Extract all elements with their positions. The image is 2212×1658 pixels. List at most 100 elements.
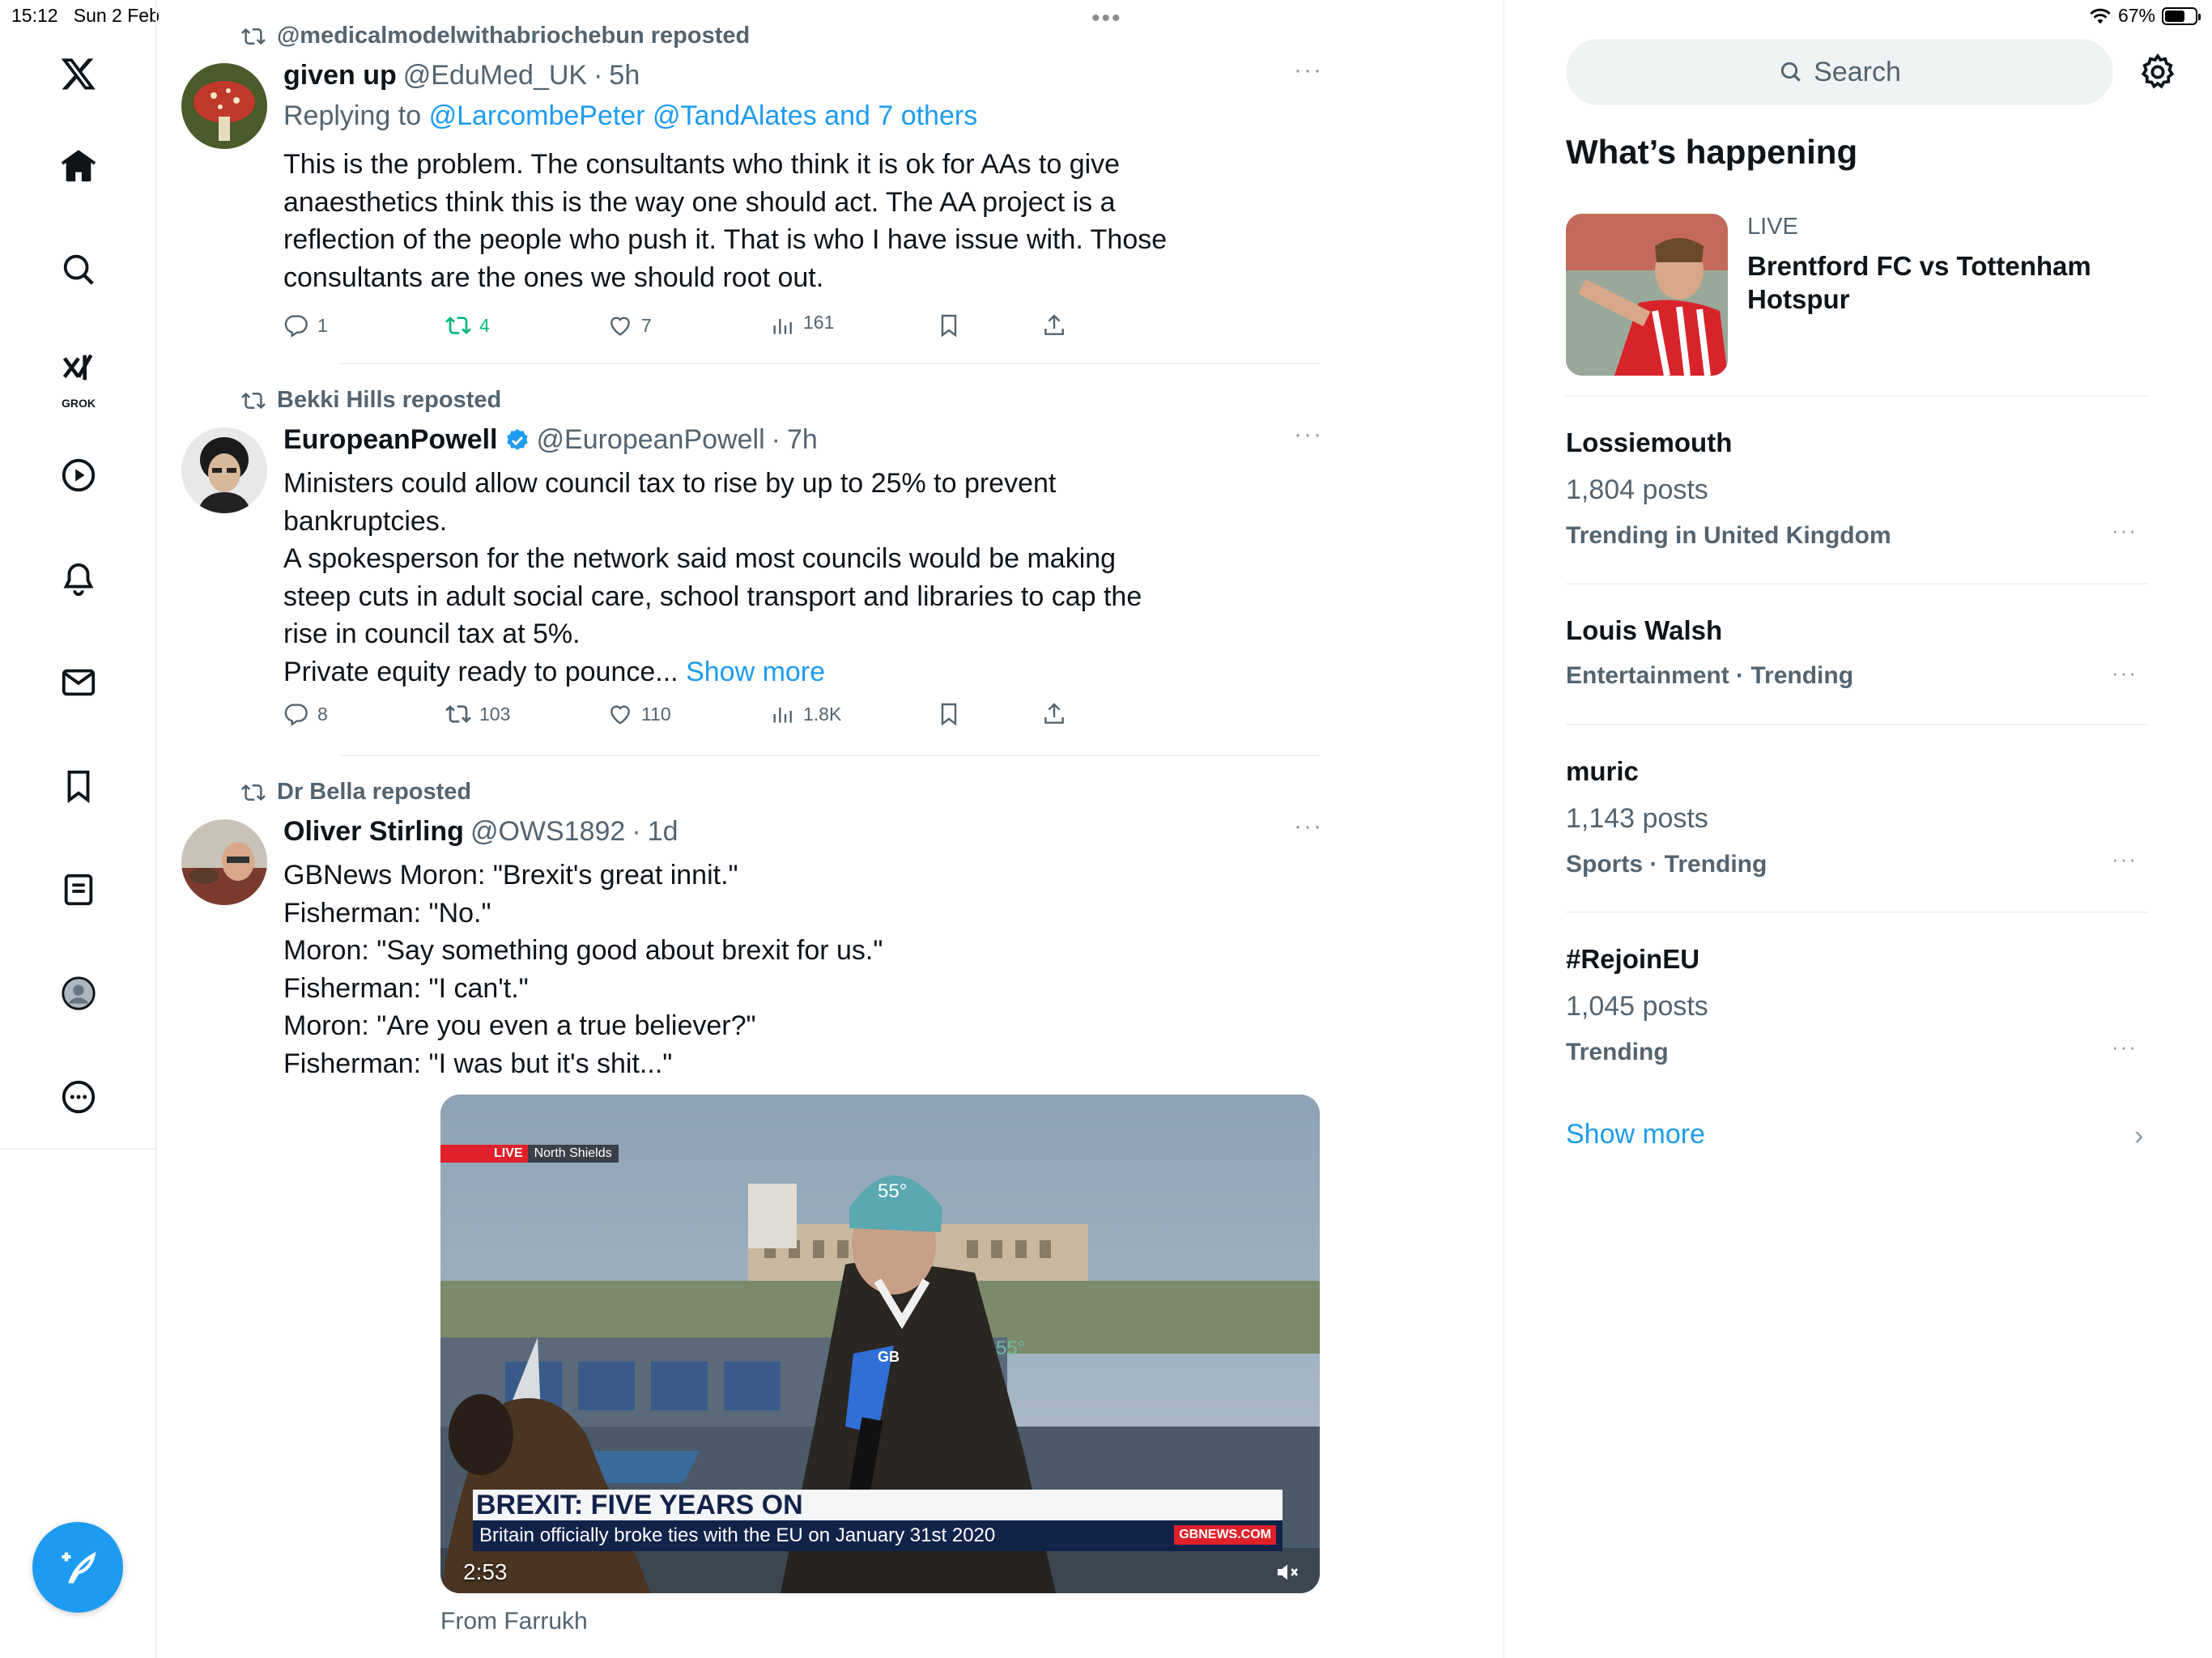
post-header: given up @EduMed_UK · 5h bbox=[283, 60, 640, 91]
trend-more-icon[interactable]: ··· bbox=[2112, 661, 2138, 686]
share-icon bbox=[1044, 703, 1064, 724]
trend-item[interactable]: #RejoinEU 1,045 posts Trending ··· bbox=[1566, 944, 2149, 1066]
like-button[interactable]: 110 bbox=[607, 701, 671, 727]
author-name[interactable]: given up bbox=[283, 60, 397, 91]
share-button[interactable] bbox=[1041, 312, 1067, 338]
views-button[interactable]: 161 bbox=[769, 306, 834, 338]
trend-meta: Entertainment · Trending bbox=[1566, 662, 1854, 689]
trend-more-icon[interactable]: ··· bbox=[2112, 1035, 2138, 1060]
live-label: LIVE bbox=[1747, 214, 1798, 240]
repost-icon bbox=[445, 317, 471, 334]
show-more-trends-link[interactable]: Show more bbox=[1566, 1119, 1705, 1150]
reply-context: Replying to @LarcombePeter @TandAlates a… bbox=[283, 100, 978, 131]
author-handle[interactable]: @EuropeanPowell bbox=[537, 424, 765, 456]
repost-button[interactable]: 4 bbox=[445, 312, 490, 338]
battery-icon bbox=[2162, 6, 2201, 25]
nav-divider bbox=[0, 1148, 157, 1150]
trend-item[interactable]: Louis Walsh Entertainment · Trending ··· bbox=[1566, 615, 2149, 690]
post-time[interactable]: 1d bbox=[648, 816, 678, 848]
post-actions: 8 103 110 1.8K bbox=[283, 701, 1093, 733]
home-icon[interactable] bbox=[50, 138, 107, 194]
avatar[interactable] bbox=[181, 63, 267, 149]
trend-name: Louis Walsh bbox=[1566, 615, 1723, 645]
compose-post-button[interactable] bbox=[32, 1522, 123, 1613]
reply-button[interactable]: 8 bbox=[283, 701, 328, 727]
repost-context: Dr Bella reposted bbox=[241, 779, 471, 806]
post-actions: 1 4 7 161 bbox=[283, 312, 1093, 345]
trend-meta: Trending in United Kingdom bbox=[1566, 522, 1891, 549]
share-button[interactable] bbox=[1041, 701, 1067, 727]
battery-percent: 67% bbox=[2117, 5, 2155, 26]
live-tag: LIVE North Shields bbox=[440, 1145, 619, 1163]
author-handle[interactable]: @EduMed_UK bbox=[403, 60, 587, 91]
trend-more-icon[interactable]: ··· bbox=[2112, 518, 2138, 543]
post-time[interactable]: 7h bbox=[787, 424, 818, 456]
grok-icon[interactable]: GROK bbox=[50, 343, 107, 410]
notifications-icon[interactable] bbox=[50, 551, 107, 607]
mute-icon[interactable] bbox=[1274, 1559, 1300, 1589]
repost-context: @medicalmodelwithabriochebun reposted bbox=[241, 23, 750, 49]
like-button[interactable]: 7 bbox=[607, 312, 652, 338]
live-event-card[interactable]: LIVE Brentford FC vs Tottenham Hotspur bbox=[1566, 214, 2149, 376]
post-more-icon[interactable]: ··· bbox=[1294, 421, 1323, 449]
avatar[interactable] bbox=[181, 819, 267, 905]
video-duration: 2:53 bbox=[463, 1559, 508, 1584]
trend-meta: Sports · Trending bbox=[1566, 851, 1767, 878]
post-header: EuropeanPowell @EuropeanPowell · 7h bbox=[283, 424, 818, 456]
repost-icon bbox=[241, 784, 266, 801]
post-more-icon[interactable]: ··· bbox=[1294, 57, 1323, 84]
search-input[interactable]: Search bbox=[1566, 39, 2113, 105]
author-name[interactable]: Oliver Stirling bbox=[283, 816, 464, 848]
author-name[interactable]: EuropeanPowell bbox=[283, 424, 498, 456]
lists-icon[interactable] bbox=[50, 861, 107, 918]
reply-to-link[interactable]: @LarcombePeter @TandAlates and 7 others bbox=[429, 100, 978, 131]
trend-divider bbox=[1566, 912, 2149, 913]
status-indicators: 67% bbox=[2089, 5, 2201, 27]
verified-badge-icon bbox=[506, 428, 528, 450]
live-event-title: Brentford FC vs Tottenham Hotspur bbox=[1747, 251, 2091, 314]
messages-icon[interactable] bbox=[50, 654, 107, 711]
trend-item[interactable]: Lossiemouth 1,804 posts Trending in Unit… bbox=[1566, 427, 2149, 550]
more-icon[interactable] bbox=[50, 1069, 107, 1125]
reply-button[interactable]: 1 bbox=[283, 312, 328, 338]
trend-divider bbox=[1566, 583, 2149, 585]
author-handle[interactable]: @OWS1892 bbox=[470, 816, 625, 848]
trend-name: Lossiemouth bbox=[1566, 427, 1733, 457]
like-icon bbox=[610, 317, 630, 336]
bookmark-button[interactable] bbox=[936, 701, 962, 727]
left-navigation: GROK bbox=[0, 0, 157, 1658]
trend-post-count: 1,045 posts bbox=[1566, 991, 1708, 1022]
post-text: This is the problem. The consultants who… bbox=[283, 149, 1168, 293]
reply-icon bbox=[284, 315, 308, 338]
settings-gear-icon[interactable] bbox=[2138, 52, 2178, 92]
video-player[interactable]: LIVE North Shields GB 55° 55° BREXIT: FI… bbox=[440, 1095, 1320, 1593]
trend-name: #RejoinEU bbox=[1566, 944, 1700, 974]
whats-happening-title: What’s happening bbox=[1566, 133, 1858, 171]
views-icon bbox=[773, 319, 792, 334]
trend-more-icon[interactable]: ··· bbox=[2112, 847, 2138, 872]
post-more-icon[interactable]: ··· bbox=[1294, 813, 1323, 840]
repost-icon bbox=[241, 28, 266, 45]
trend-post-count: 1,143 posts bbox=[1566, 803, 1708, 834]
avatar[interactable] bbox=[181, 427, 267, 513]
views-button[interactable]: 1.8K bbox=[769, 701, 841, 727]
repost-button[interactable]: 103 bbox=[445, 701, 510, 727]
share-icon bbox=[1044, 314, 1064, 335]
bookmarks-icon[interactable] bbox=[50, 758, 107, 814]
video-icon[interactable] bbox=[50, 447, 107, 504]
x-logo-icon[interactable] bbox=[50, 45, 107, 102]
video-attribution[interactable]: From Farrukh bbox=[440, 1608, 588, 1635]
post-time[interactable]: 5h bbox=[609, 60, 640, 91]
jacket-text: 55° bbox=[996, 1337, 1026, 1359]
profile-icon[interactable] bbox=[50, 965, 107, 1022]
search-icon[interactable] bbox=[50, 241, 107, 298]
trend-meta: Trending bbox=[1566, 1039, 1669, 1065]
bookmark-button[interactable] bbox=[936, 312, 962, 338]
trend-divider bbox=[1566, 395, 2149, 397]
trend-name: muric bbox=[1566, 756, 1639, 786]
show-more-link[interactable]: Show more bbox=[686, 657, 825, 687]
subline-bar: Britain officially broke ties with the E… bbox=[473, 1520, 1283, 1551]
trend-item[interactable]: muric 1,143 posts Sports · Trending ··· bbox=[1566, 756, 2149, 878]
bookmark-icon bbox=[941, 703, 957, 726]
hat-text: 55° bbox=[878, 1180, 908, 1202]
